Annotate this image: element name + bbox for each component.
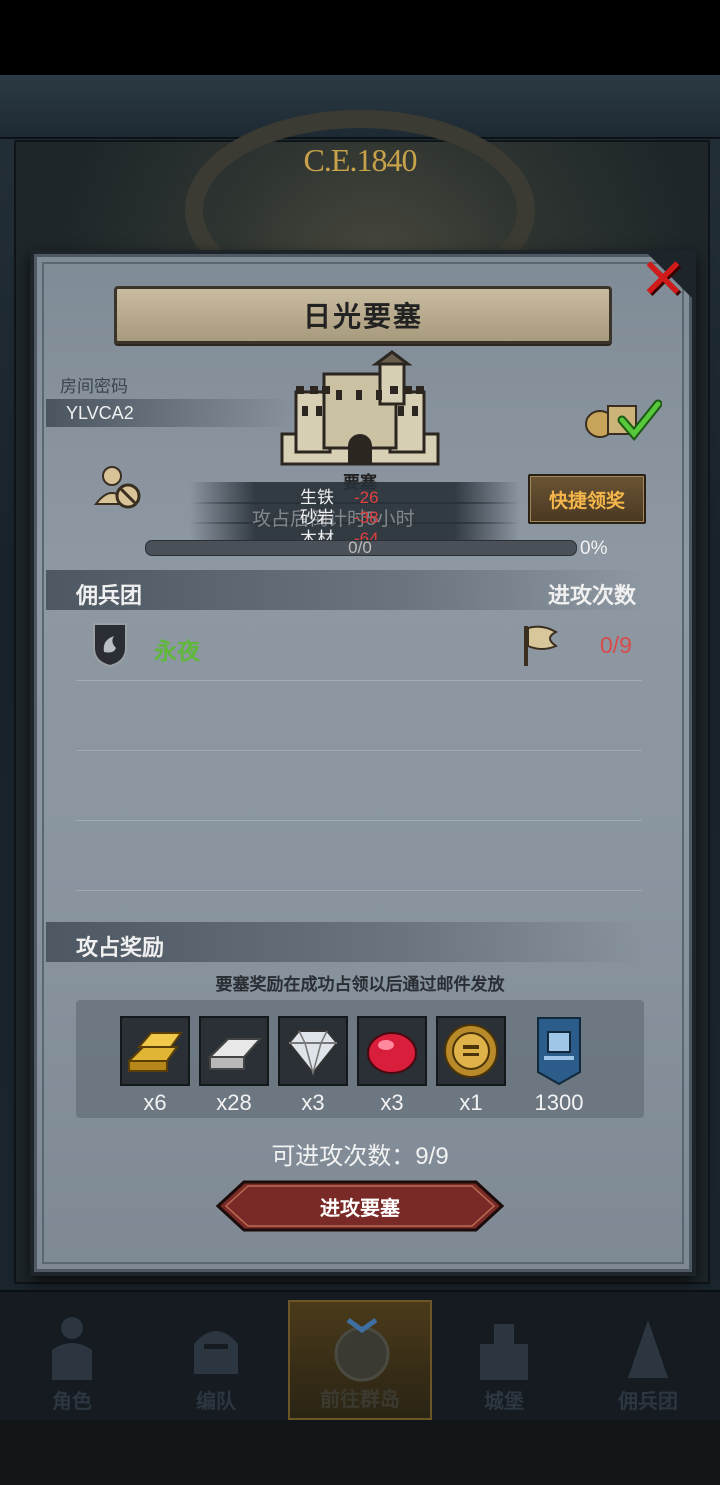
reward-item[interactable] xyxy=(120,1016,190,1086)
bottom-safe-area xyxy=(0,1420,720,1485)
reward-count: x3 xyxy=(380,1090,404,1115)
fortress-castle-icon xyxy=(280,350,440,466)
progress-count: 0/0 xyxy=(348,538,372,557)
guild-shield-icon xyxy=(92,622,128,668)
reward-count: x3 xyxy=(301,1090,325,1115)
row-divider xyxy=(76,750,642,751)
mercenary-section-title: 佣兵团 xyxy=(76,583,143,608)
fort-banner-icon xyxy=(537,1017,581,1086)
nav-formation[interactable]: 编队 xyxy=(144,1300,288,1420)
reward-count: 1300 xyxy=(534,1090,584,1115)
dialog-title: 日光要塞 xyxy=(302,301,423,332)
reward-item[interactable] xyxy=(278,1016,348,1086)
nav-label: 编队 xyxy=(196,1391,236,1413)
nav-label: 佣兵团 xyxy=(618,1391,678,1413)
silver-bar-icon xyxy=(207,1038,263,1070)
no-player-icon[interactable] xyxy=(92,464,148,514)
compass-icon xyxy=(334,1317,390,1382)
diamond-icon xyxy=(287,1030,339,1076)
row-divider xyxy=(76,820,642,821)
attack-remaining-label: 可进攻次数：9/9 xyxy=(271,1143,449,1170)
nav-islands[interactable]: 前往群岛 xyxy=(288,1300,432,1420)
nav-character[interactable]: 角色 xyxy=(0,1300,144,1420)
reward-item[interactable] xyxy=(524,1016,594,1086)
quick-claim-button[interactable]: 快捷领奖 xyxy=(528,474,646,524)
attack-count-header: 进攻次数 xyxy=(548,583,637,608)
progress-percent: 0% xyxy=(580,538,608,559)
reward-item[interactable] xyxy=(436,1016,506,1086)
reward-item[interactable] xyxy=(199,1016,269,1086)
gold-bar-icon xyxy=(126,1032,183,1072)
room-code[interactable]: YLVCA2 xyxy=(66,403,134,424)
room-password-label: 房间密码 xyxy=(60,377,128,396)
nav-castle[interactable]: 城堡 xyxy=(432,1300,576,1420)
reward-item[interactable] xyxy=(357,1016,427,1086)
row-divider xyxy=(76,680,642,681)
helmet-icon xyxy=(194,1331,238,1374)
attack-button-label: 进攻要塞 xyxy=(320,1198,400,1220)
nav-label: 城堡 xyxy=(484,1391,524,1413)
castle-icon xyxy=(480,1324,528,1380)
guild-name: 永夜 xyxy=(154,638,200,664)
reward-note: 要塞奖励在成功占领以后通过邮件发放 xyxy=(215,975,505,994)
flag-icon xyxy=(520,622,560,668)
guild-attack-ratio: 0/9 xyxy=(600,632,632,658)
reward-count: x1 xyxy=(459,1090,483,1115)
title-plate: 日光要塞 xyxy=(114,286,612,344)
golden-helmet-icon xyxy=(444,1024,498,1078)
close-button[interactable]: ✕ xyxy=(636,247,690,310)
nav-label: 前往群岛 xyxy=(320,1389,400,1411)
attack-fortress-button[interactable]: 进攻要塞 xyxy=(215,1180,505,1232)
reward-count: x6 xyxy=(143,1090,167,1115)
reward-count: x28 xyxy=(216,1090,252,1115)
nav-label: 角色 xyxy=(52,1391,92,1413)
nav-mercenary[interactable]: 佣兵团 xyxy=(576,1300,720,1420)
reward-claimed-icon[interactable] xyxy=(582,392,662,442)
knight-icon xyxy=(52,1317,92,1380)
mercenary-icon xyxy=(628,1320,668,1378)
reward-section-title: 攻占奖励 xyxy=(76,935,165,960)
ruby-icon xyxy=(367,1032,417,1074)
row-divider xyxy=(76,890,642,891)
year-label: C.E.1840 xyxy=(303,142,418,178)
quick-claim-label: 快捷领奖 xyxy=(548,490,625,512)
status-bar xyxy=(0,0,720,75)
close-x-icon: ✕ xyxy=(639,247,687,310)
